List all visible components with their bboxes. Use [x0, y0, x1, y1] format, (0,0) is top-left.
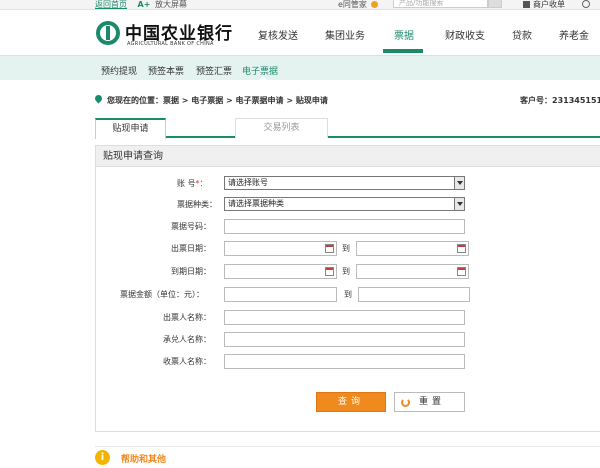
bill-type-select[interactable]: 请选择票据种类: [224, 197, 465, 211]
amount-to-label: 到: [344, 290, 352, 299]
payee-input[interactable]: [224, 354, 465, 369]
required-mark: *：: [195, 179, 208, 188]
due-date-to-label: 到: [342, 267, 350, 276]
panel-title: 贴现申请查询: [96, 146, 600, 167]
product-search-input[interactable]: 产品/功能搜索: [393, 0, 488, 8]
user-icon[interactable]: [582, 0, 590, 8]
top-left-links: 返回首页 A+ 放大屏幕: [95, 0, 187, 10]
help-title[interactable]: 帮助和其他: [121, 452, 166, 465]
due-date-to-input[interactable]: [356, 264, 469, 279]
chevron-down-icon: [454, 177, 464, 189]
reset-button[interactable]: 重置: [394, 392, 465, 412]
issue-date-label: 出票日期：: [171, 244, 211, 253]
zoom-link[interactable]: 放大屏幕: [155, 0, 187, 9]
active-nav-indicator: [383, 49, 423, 53]
account-label: 账 号*：: [177, 179, 208, 188]
font-size-icon[interactable]: A+: [138, 0, 151, 9]
nav-item-pension[interactable]: 养老金: [559, 27, 589, 42]
due-date-label: 到期日期：: [171, 267, 211, 276]
payee-label: 收票人名称：: [163, 357, 211, 366]
drawer-input[interactable]: [224, 310, 465, 325]
nav-item-finance[interactable]: 财政收支: [445, 27, 485, 42]
top-utility-bar: 返回首页 A+ 放大屏幕 e同管家 产品/功能搜索 商户收单: [0, 0, 600, 10]
help-section: i 帮助和其他: [95, 446, 600, 468]
nav-item-group[interactable]: 集团业务: [325, 27, 365, 42]
reset-button-label: 重置: [419, 397, 446, 407]
drawer-label: 出票人名称：: [163, 313, 211, 322]
merchant-link[interactable]: 商户收单: [523, 0, 565, 10]
calendar-icon[interactable]: [325, 267, 334, 276]
search-icon[interactable]: [488, 0, 502, 8]
nav-item-loan[interactable]: 贷款: [512, 27, 532, 42]
issue-date-from-input[interactable]: [224, 241, 337, 256]
tab-discount-apply[interactable]: 贴现申请: [95, 118, 166, 139]
emanager-dot-icon: [371, 1, 379, 8]
due-date-from-input[interactable]: [224, 264, 337, 279]
subnav-item-draft[interactable]: 预签汇票: [196, 64, 232, 77]
amount-from-input[interactable]: [224, 287, 337, 302]
breadcrumb: 您现在的位置：票据 > 电子票据 > 电子票据申请 > 贴现申请: [107, 96, 328, 105]
account-select-value: 请选择账号: [228, 178, 268, 187]
emanager-link[interactable]: e同管家: [338, 0, 379, 10]
nav-item-review[interactable]: 复核发送: [258, 27, 298, 42]
subnav-item-cashier-cheque[interactable]: 预签本票: [148, 64, 184, 77]
tab-bar: 贴现申请 交易列表: [95, 118, 600, 139]
info-icon: i: [95, 450, 110, 465]
acceptor-input[interactable]: [224, 332, 465, 347]
nav-item-bills[interactable]: 票据: [394, 27, 414, 42]
acceptor-label: 承兑人名称：: [163, 335, 211, 344]
bill-type-select-value: 请选择票据种类: [228, 199, 284, 208]
calendar-icon[interactable]: [457, 267, 466, 276]
bill-type-label: 票据种类：: [177, 200, 217, 209]
calendar-icon[interactable]: [457, 244, 466, 253]
issue-date-to-input[interactable]: [356, 241, 469, 256]
bill-number-label: 票据号码：: [171, 222, 211, 231]
amount-to-input[interactable]: [358, 287, 470, 302]
merchant-label: 商户收单: [533, 0, 565, 9]
amount-label: 票据金额（单位：元）：: [120, 290, 204, 299]
main-nav: 复核发送 集团业务 票据 财政收支 贷款 养老金: [0, 11, 600, 54]
active-subnav-caret: [258, 76, 268, 81]
home-link[interactable]: 返回首页: [95, 0, 127, 9]
merchant-icon: [523, 1, 530, 8]
tab-transaction-list[interactable]: 交易列表: [235, 118, 328, 138]
bill-number-input[interactable]: [224, 219, 465, 234]
emanager-label: e同管家: [338, 0, 367, 9]
subnav-item-withdraw[interactable]: 预约提现: [101, 64, 137, 77]
sub-nav: 预约提现 预签本票 预签汇票 电子票据: [0, 55, 600, 81]
calendar-icon[interactable]: [325, 244, 334, 253]
header: 中国农业银行 AGRICULTURAL BANK OF CHINA 复核发送 集…: [0, 11, 600, 54]
chevron-down-icon: [454, 198, 464, 210]
issue-date-to-label: 到: [342, 244, 350, 253]
breadcrumb-row: 您现在的位置：票据 > 电子票据 > 电子票据申请 > 贴现申请 客户号：231…: [93, 93, 600, 109]
query-button[interactable]: 查询: [316, 392, 386, 412]
refresh-icon: [401, 398, 410, 407]
location-pin-icon: [93, 93, 104, 104]
account-select[interactable]: 请选择账号: [224, 176, 465, 190]
customer-number: 客户号：2313451515: [520, 96, 600, 105]
